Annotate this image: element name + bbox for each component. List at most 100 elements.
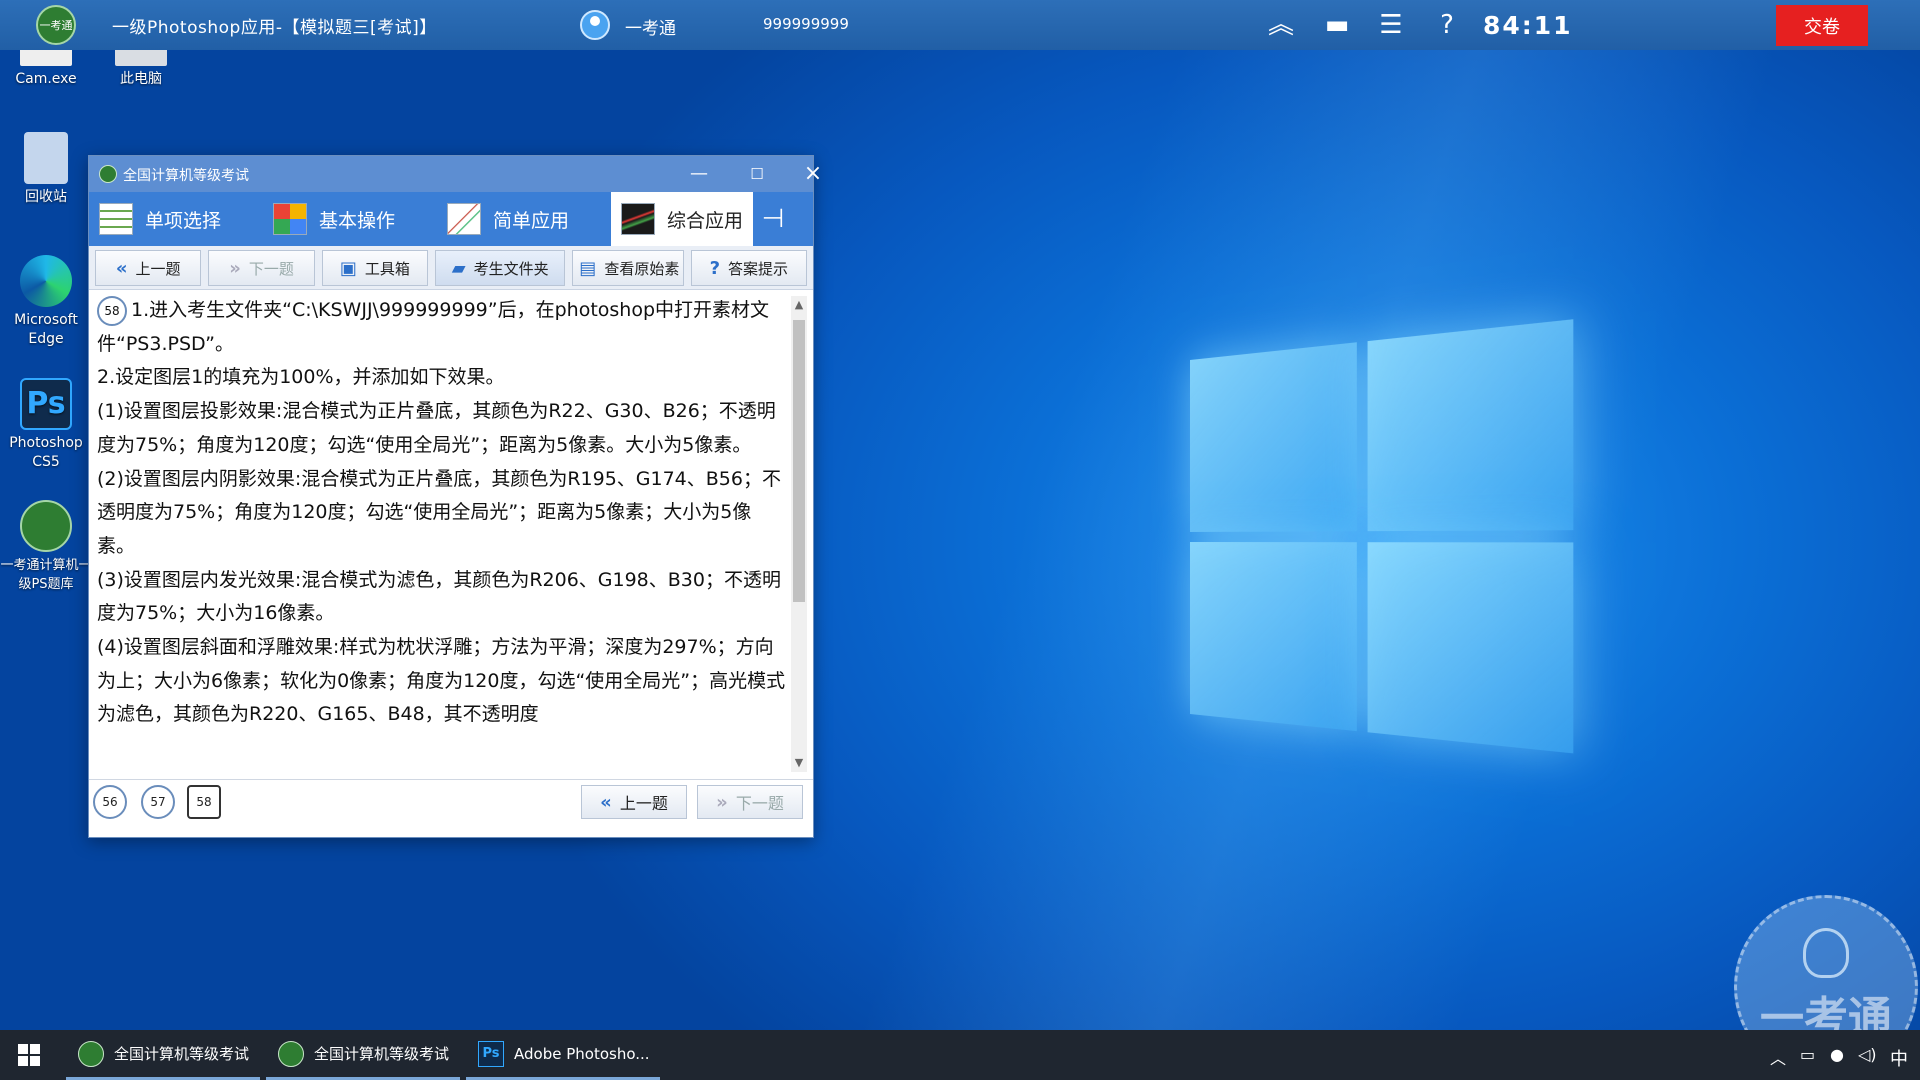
user-name: 一考通 bbox=[625, 19, 676, 39]
tab-label: 基本操作 bbox=[319, 209, 396, 232]
network-icon[interactable]: ▭ bbox=[1800, 1045, 1815, 1064]
windows-start-icon[interactable] bbox=[18, 1044, 40, 1066]
student-folder-button[interactable]: ▰ 考生文件夹 bbox=[435, 250, 566, 286]
window-titlebar[interactable]: 全国计算机等级考试 — ☐ × bbox=[89, 156, 822, 192]
scroll-up-icon[interactable]: ▲ bbox=[791, 296, 807, 314]
desktop-icon-label: 回收站 bbox=[25, 189, 67, 205]
taskbar-item-exam-2[interactable]: 全国计算机等级考试 bbox=[266, 1030, 460, 1080]
exam-app-icon bbox=[78, 1040, 104, 1067]
photoshop-icon: Ps bbox=[478, 1040, 504, 1067]
tab-label: 单项选择 bbox=[145, 209, 222, 232]
recycle-bin-icon bbox=[24, 132, 68, 184]
bottom-next-button[interactable]: » 下一题 bbox=[697, 785, 803, 819]
logo-text: 一考通 bbox=[39, 19, 73, 32]
button-label: 下一题 bbox=[735, 794, 784, 813]
question-line: 58 1.进入考生文件夹“C:\KSWJJ\999999999”后，在photos… bbox=[97, 294, 787, 361]
double-right-chevron-icon: » bbox=[229, 257, 241, 279]
countdown-timer: 84:11 bbox=[1483, 11, 1573, 40]
vertical-scrollbar[interactable]: ▲ ▼ bbox=[791, 296, 807, 772]
button-label: 上一题 bbox=[619, 794, 668, 813]
question-line: (2)设置图层内阴影效果:混合模式为正片叠底，其颜色为R195、G174、B56… bbox=[97, 467, 781, 557]
tab-single-choice[interactable]: 单项选择 bbox=[89, 192, 263, 246]
question-nav-58[interactable]: 58 bbox=[187, 785, 221, 819]
question-line: (4)设置图层斜面和浮雕效果:样式为枕状浮雕；方法为平滑；深度为297%；方向为… bbox=[97, 636, 786, 726]
toolbox-button[interactable]: ▣ 工具箱 bbox=[321, 250, 429, 286]
microphone-icon[interactable]: ● bbox=[1830, 1045, 1844, 1064]
app-logo: 一考通 bbox=[36, 5, 76, 45]
question-toolbar: « 上一题 » 下一题 ▣ 工具箱 ▰ 考生文件夹 ▤ 查看原始素 ? 答案提示 bbox=[89, 246, 813, 290]
submit-exam-button[interactable]: 交卷 bbox=[1776, 5, 1868, 46]
question-content: 58 1.进入考生文件夹“C:\KSWJJ\999999999”后，在photos… bbox=[89, 290, 813, 780]
tab-label: 简单应用 bbox=[493, 209, 570, 232]
exam-window: 全国计算机等级考试 — ☐ × 单项选择 基本操作 简单应用 综合应用 ⊣ « 上… bbox=[88, 155, 822, 838]
pin-button[interactable]: ⊣ bbox=[753, 192, 793, 246]
monitor-icon[interactable]: ▬ bbox=[1322, 10, 1352, 40]
question-line: (3)设置图层内发光效果:混合模式为滤色，其颜色为R206、G198、B30；不… bbox=[97, 568, 781, 625]
button-label: 下一题 bbox=[248, 259, 294, 278]
button-label: 查看原始素 bbox=[604, 259, 680, 278]
desktop-icon-exam-bank[interactable]: 一考通计算机一级PS题库 bbox=[0, 500, 92, 594]
comprehensive-application-icon bbox=[621, 203, 655, 235]
desktop-icon-photoshop[interactable]: Ps Photoshop CS5 bbox=[0, 378, 92, 472]
exam-title: 一级Photoshop应用-【模拟题三[考试]】 bbox=[112, 18, 437, 38]
taskbar-item-label: Adobe Photosho... bbox=[514, 1044, 650, 1063]
question-nav-56[interactable]: 56 bbox=[93, 785, 127, 819]
desktop-icon-label: Cam.exe bbox=[15, 71, 77, 87]
view-source-button[interactable]: ▤ 查看原始素 bbox=[572, 250, 684, 286]
taskbar-item-exam-1[interactable]: 全国计算机等级考试 bbox=[66, 1030, 260, 1080]
desktop-icon-label: Photoshop CS5 bbox=[9, 435, 83, 470]
ime-indicator[interactable]: 中 bbox=[1890, 1045, 1908, 1071]
single-choice-icon bbox=[99, 203, 133, 235]
question-line: 2.设定图层1的填充为100%，并添加如下效果。 bbox=[97, 366, 505, 389]
tab-label: 综合应用 bbox=[667, 209, 744, 232]
help-icon[interactable]: ? bbox=[1432, 10, 1462, 40]
pin-icon: ⊣ bbox=[761, 204, 785, 234]
question-number-badge: 58 bbox=[97, 295, 127, 326]
tab-simple-application[interactable]: 简单应用 bbox=[437, 192, 611, 246]
taskbar-item-label: 全国计算机等级考试 bbox=[314, 1045, 450, 1063]
tab-comprehensive-application[interactable]: 综合应用 bbox=[611, 192, 753, 246]
folder-icon: ▰ bbox=[451, 257, 466, 279]
checklist-icon[interactable]: ☰ bbox=[1376, 10, 1406, 40]
simple-application-icon bbox=[447, 203, 481, 235]
user-icon bbox=[580, 10, 610, 40]
close-icon[interactable]: × bbox=[785, 156, 841, 192]
taskbar: 全国计算机等级考试 全国计算机等级考试 Ps Adobe Photosho... … bbox=[0, 1030, 1920, 1080]
question-navigation: 56 57 58 « 上一题 » 下一题 bbox=[89, 780, 813, 824]
windows-logo-wallpaper bbox=[1190, 318, 1581, 761]
desktop-icon-edge[interactable]: Microsoft Edge bbox=[0, 255, 92, 349]
prev-question-button[interactable]: « 上一题 bbox=[95, 250, 202, 286]
lightbulb-icon bbox=[1803, 928, 1849, 978]
tab-basic-operation[interactable]: 基本操作 bbox=[263, 192, 437, 246]
question-mark-icon: ? bbox=[709, 257, 721, 279]
volume-icon[interactable]: ◁) bbox=[1858, 1045, 1877, 1064]
exam-top-bar: 一考通 一级Photoshop应用-【模拟题三[考试]】 一考通 9999999… bbox=[0, 0, 1920, 50]
tray-chevron-icon[interactable]: ︿ bbox=[1770, 1045, 1786, 1069]
double-right-chevron-icon: » bbox=[716, 791, 728, 813]
edge-browser-icon bbox=[20, 255, 72, 307]
window-app-icon bbox=[99, 165, 117, 183]
scroll-down-icon[interactable]: ▼ bbox=[791, 754, 807, 772]
exam-app-icon bbox=[278, 1040, 304, 1067]
button-label: 工具箱 bbox=[364, 259, 410, 278]
question-type-tabs: 单项选择 基本操作 简单应用 综合应用 ⊣ bbox=[89, 192, 813, 246]
maximize-icon[interactable]: ☐ bbox=[729, 156, 785, 192]
button-label: 考生文件夹 bbox=[473, 259, 549, 278]
button-label: 上一题 bbox=[135, 259, 181, 278]
collapse-up-icon[interactable]: ︽ bbox=[1266, 10, 1296, 40]
next-question-button[interactable]: » 下一题 bbox=[208, 250, 315, 286]
minimize-icon[interactable]: — bbox=[671, 156, 727, 192]
bottom-prev-button[interactable]: « 上一题 bbox=[581, 785, 687, 819]
question-text: 58 1.进入考生文件夹“C:\KSWJJ\999999999”后，在photos… bbox=[97, 294, 787, 732]
scrollbar-thumb[interactable] bbox=[793, 320, 805, 602]
button-label: 答案提示 bbox=[728, 259, 789, 278]
desktop-icon-label: 此电脑 bbox=[120, 71, 162, 87]
basic-operation-icon bbox=[273, 203, 307, 235]
taskbar-item-photoshop[interactable]: Ps Adobe Photosho... bbox=[466, 1030, 660, 1080]
document-icon: ▤ bbox=[579, 257, 597, 279]
exam-bank-icon bbox=[20, 500, 72, 552]
double-left-chevron-icon: « bbox=[115, 257, 128, 279]
answer-hint-button[interactable]: ? 答案提示 bbox=[690, 250, 807, 286]
desktop-icon-recycle-bin[interactable]: 回收站 bbox=[0, 132, 92, 207]
question-nav-57[interactable]: 57 bbox=[141, 785, 175, 819]
